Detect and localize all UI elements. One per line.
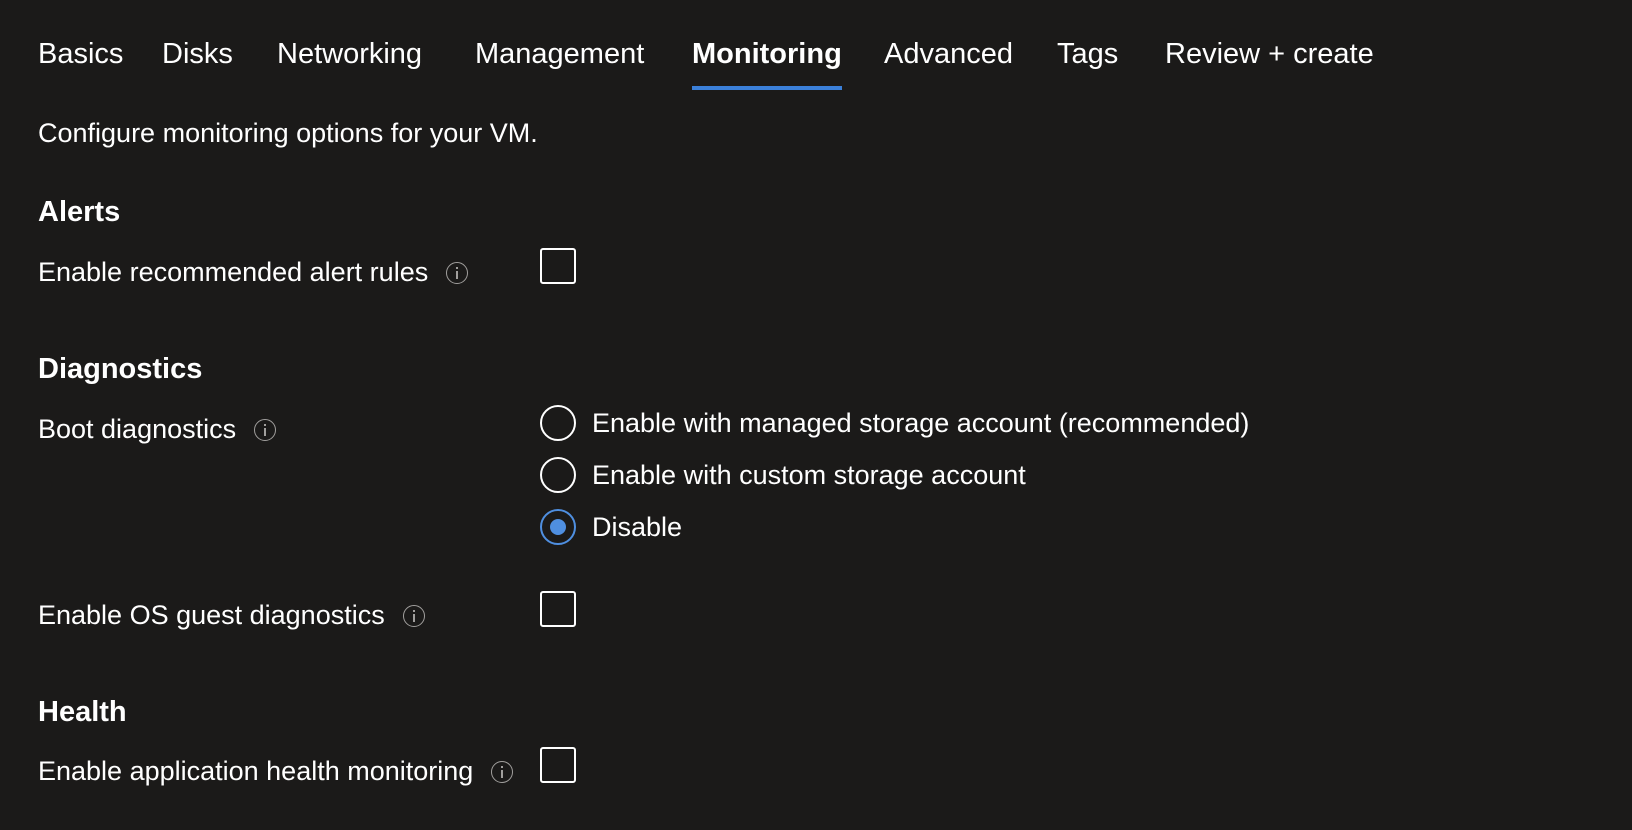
active-tab-indicator xyxy=(692,86,842,90)
boot-diag-option-disable[interactable]: Disable xyxy=(540,508,682,546)
tab-review-create[interactable]: Review + create xyxy=(1165,38,1374,92)
os-guest-diagnostics-label: Enable OS guest diagnostics xyxy=(38,600,385,630)
tab-monitoring-label: Monitoring xyxy=(692,38,842,70)
info-icon[interactable] xyxy=(402,604,425,627)
app-health-monitoring-field: Enable application health monitoring xyxy=(38,756,514,787)
app-health-monitoring-checkbox[interactable] xyxy=(540,747,576,783)
tab-management[interactable]: Management xyxy=(475,38,644,92)
tab-advanced[interactable]: Advanced xyxy=(884,38,1013,92)
diagnostics-section-title: Diagnostics xyxy=(38,353,203,385)
health-section-title: Health xyxy=(38,696,127,728)
wizard-tabs: Basics Disks Networking Management Monit… xyxy=(0,0,1632,92)
alerts-section-title: Alerts xyxy=(38,196,121,228)
tab-basics[interactable]: Basics xyxy=(38,38,123,92)
boot-diagnostics-label: Boot diagnostics xyxy=(38,414,237,444)
recommended-alert-rules-checkbox[interactable] xyxy=(540,248,576,284)
recommended-alert-rules-label: Enable recommended alert rules xyxy=(38,257,429,287)
os-guest-diagnostics-field: Enable OS guest diagnostics xyxy=(38,600,425,631)
radio-button-unselected[interactable] xyxy=(540,457,576,493)
tab-networking[interactable]: Networking xyxy=(277,38,422,92)
info-icon[interactable] xyxy=(446,261,469,284)
radio-button-unselected[interactable] xyxy=(540,405,576,441)
info-icon[interactable] xyxy=(254,418,277,441)
radio-label: Disable xyxy=(592,511,683,542)
boot-diag-option-custom[interactable]: Enable with custom storage account xyxy=(540,456,1026,494)
page-description: Configure monitoring options for your VM… xyxy=(38,118,538,148)
recommended-alert-rules-field: Enable recommended alert rules xyxy=(38,257,469,288)
app-health-monitoring-label: Enable application health monitoring xyxy=(38,756,474,786)
tab-disks[interactable]: Disks xyxy=(162,38,233,92)
os-guest-diagnostics-checkbox[interactable] xyxy=(540,591,576,627)
info-icon[interactable] xyxy=(491,760,514,783)
radio-label: Enable with custom storage account xyxy=(592,459,1026,490)
tab-monitoring[interactable]: Monitoring xyxy=(692,38,842,92)
radio-label: Enable with managed storage account (rec… xyxy=(592,407,1250,438)
tab-tags[interactable]: Tags xyxy=(1057,38,1118,92)
boot-diag-option-managed[interactable]: Enable with managed storage account (rec… xyxy=(540,404,1249,442)
radio-button-selected[interactable] xyxy=(540,509,576,545)
boot-diagnostics-field: Boot diagnostics xyxy=(38,414,277,445)
